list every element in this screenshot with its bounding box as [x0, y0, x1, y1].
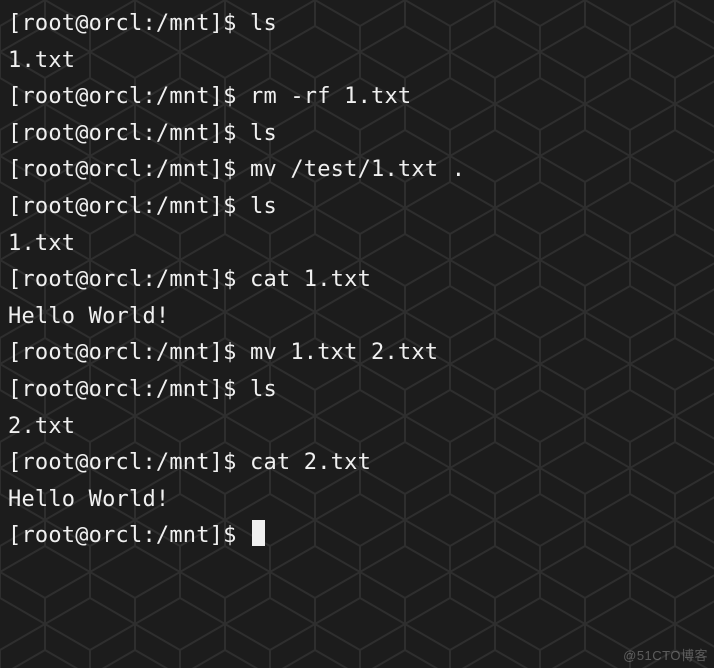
- output-text: 1.txt: [8, 48, 75, 73]
- terminal-output-line: 1.txt: [8, 43, 706, 80]
- terminal-command-line: [root@orcl:/mnt]$ rm -rf 1.txt: [8, 79, 706, 116]
- terminal-command-line: [root@orcl:/mnt]$: [8, 518, 706, 555]
- terminal-output-line: 1.txt: [8, 226, 706, 263]
- command-text: rm -rf 1.txt: [250, 84, 411, 109]
- shell-prompt: [root@orcl:/mnt]$: [8, 377, 250, 402]
- command-text: ls: [250, 194, 277, 219]
- command-text: ls: [250, 11, 277, 36]
- command-text: mv /test/1.txt .: [250, 157, 465, 182]
- output-text: Hello World!: [8, 487, 169, 512]
- shell-prompt: [root@orcl:/mnt]$: [8, 523, 250, 548]
- shell-prompt: [root@orcl:/mnt]$: [8, 267, 250, 292]
- terminal-command-line: [root@orcl:/mnt]$ ls: [8, 372, 706, 409]
- terminal-command-line: [root@orcl:/mnt]$ cat 1.txt: [8, 262, 706, 299]
- output-text: Hello World!: [8, 304, 169, 329]
- shell-prompt: [root@orcl:/mnt]$: [8, 450, 250, 475]
- terminal-command-line: [root@orcl:/mnt]$ ls: [8, 116, 706, 153]
- terminal-command-line: [root@orcl:/mnt]$ ls: [8, 189, 706, 226]
- terminal-command-line: [root@orcl:/mnt]$ mv 1.txt 2.txt: [8, 335, 706, 372]
- command-text: mv 1.txt 2.txt: [250, 340, 438, 365]
- shell-prompt: [root@orcl:/mnt]$: [8, 11, 250, 36]
- terminal-output[interactable]: [root@orcl:/mnt]$ ls 1.txt [root@orcl:/mnt…: [0, 0, 714, 561]
- shell-prompt: [root@orcl:/mnt]$: [8, 157, 250, 182]
- shell-prompt: [root@orcl:/mnt]$: [8, 84, 250, 109]
- terminal-output-line: Hello World!: [8, 482, 706, 519]
- terminal-command-line: [root@orcl:/mnt]$ ls: [8, 6, 706, 43]
- command-text: ls: [250, 377, 277, 402]
- terminal-output-line: Hello World!: [8, 299, 706, 336]
- output-text: 2.txt: [8, 414, 75, 439]
- terminal-command-line: [root@orcl:/mnt]$ cat 2.txt: [8, 445, 706, 482]
- watermark-text: @51CTO博客: [623, 645, 708, 664]
- output-text: 1.txt: [8, 231, 75, 256]
- terminal-command-line: [root@orcl:/mnt]$ mv /test/1.txt .: [8, 152, 706, 189]
- cursor-block: [252, 520, 265, 546]
- command-text: cat 1.txt: [250, 267, 371, 292]
- command-text: ls: [250, 121, 277, 146]
- command-text: cat 2.txt: [250, 450, 371, 475]
- shell-prompt: [root@orcl:/mnt]$: [8, 121, 250, 146]
- shell-prompt: [root@orcl:/mnt]$: [8, 340, 250, 365]
- shell-prompt: [root@orcl:/mnt]$: [8, 194, 250, 219]
- terminal-output-line: 2.txt: [8, 409, 706, 446]
